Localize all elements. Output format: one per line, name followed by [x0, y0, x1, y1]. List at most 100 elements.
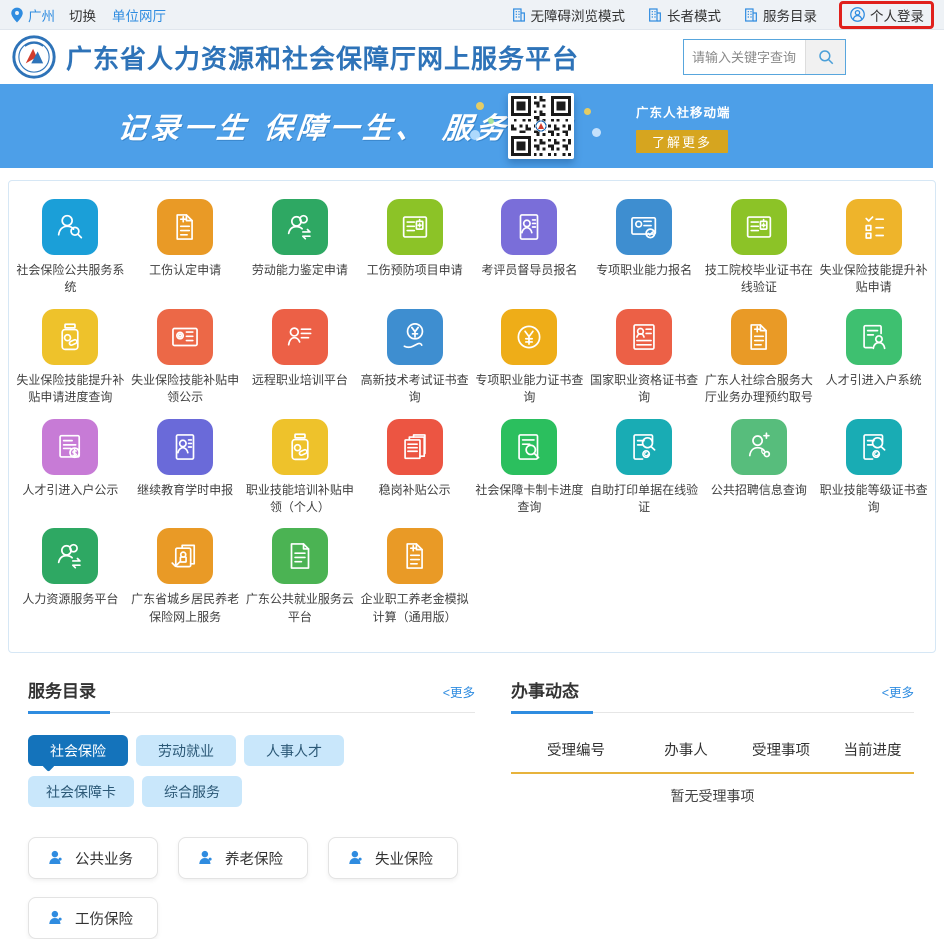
- work-status-table-header: 受理编号办事人受理事项当前进度: [511, 739, 914, 774]
- service-icon-box: [731, 309, 787, 365]
- service-icon-box: [731, 419, 787, 475]
- service-icon-box: [42, 199, 98, 255]
- service-icon-box: [42, 419, 98, 475]
- unit-hall-link[interactable]: 单位网厅: [112, 5, 166, 25]
- service-label: 广东人社综合服务大厅业务办理预约取号: [703, 372, 815, 407]
- table-column-header: 当前进度: [844, 739, 902, 760]
- accessibility-mode-link[interactable]: 无障碍浏览模式: [511, 5, 626, 25]
- person-search-icon: [53, 210, 87, 244]
- service-icon-box: [272, 199, 328, 255]
- person-doc-icon: [283, 320, 317, 354]
- service-tile[interactable]: 广东人社综合服务大厅业务办理预约取号: [702, 309, 817, 407]
- banner-decor-dot: [488, 118, 494, 124]
- directory-tab[interactable]: 人事人才: [244, 735, 344, 766]
- service-label: 社会保险公共服务系统: [14, 262, 126, 297]
- service-tile[interactable]: 广东公共就业服务云平台: [243, 528, 358, 626]
- directory-tab[interactable]: 劳动就业: [136, 735, 236, 766]
- service-label: 人力资源服务平台: [20, 591, 120, 608]
- personal-login-button[interactable]: 个人登录: [839, 1, 934, 29]
- promo-banner: 记录一生 保障一生、 服务一生 广东人社移动端 了解更多: [0, 84, 933, 168]
- service-label: 专项职业能力报名: [594, 262, 694, 279]
- services-grid: 社会保险公共服务系统 工伤认定申请 劳动能力鉴定申请 工伤预防项目申请 考评员督…: [9, 181, 935, 652]
- service-tile[interactable]: 技工院校毕业证书在线验证: [702, 199, 817, 297]
- doc-search-icon: [512, 430, 546, 464]
- service-tile[interactable]: 人才引进入户公示: [13, 419, 128, 517]
- service-tile[interactable]: 社会保险公共服务系统: [13, 199, 128, 297]
- doc-person-icon: [857, 320, 891, 354]
- service-directory-more-link[interactable]: <更多: [443, 682, 475, 701]
- service-tile[interactable]: 社会保障卡制卡进度查询: [472, 419, 587, 517]
- service-icon-box: [387, 199, 443, 255]
- table-column-header: 受理事项: [752, 739, 810, 760]
- service-icon-box: [501, 309, 557, 365]
- doc-badge-icon: [398, 210, 432, 244]
- service-icon-box: [387, 419, 443, 475]
- service-icon-box: [42, 309, 98, 365]
- service-directory-panel: 服务目录 <更多 社会保险劳动就业人事人才社会保障卡综合服务 公共业务养老保险失…: [28, 677, 475, 939]
- service-tile[interactable]: 职业技能培训补贴申领（个人）: [243, 419, 358, 517]
- service-tile[interactable]: 专项职业能力证书查询: [472, 309, 587, 407]
- service-tile[interactable]: 广东省城乡居民养老保险网上服务: [128, 528, 243, 626]
- directory-tab[interactable]: 社会保障卡: [28, 776, 134, 807]
- service-label: 自助打印单据在线验证: [588, 482, 700, 517]
- building-icon: [511, 7, 527, 23]
- directory-tab[interactable]: 综合服务: [142, 776, 242, 807]
- work-status-more-link[interactable]: <更多: [882, 682, 914, 701]
- doc-plus-icon: [168, 210, 202, 244]
- category-button[interactable]: 公共业务: [28, 837, 158, 879]
- location-selector[interactable]: 广州: [10, 5, 55, 25]
- service-icon-box: [272, 419, 328, 475]
- work-status-title: 办事动态: [511, 677, 579, 702]
- category-button[interactable]: 养老保险: [178, 837, 308, 879]
- service-tile[interactable]: 人才引进入户系统: [816, 309, 931, 407]
- category-button-label: 失业保险: [375, 848, 433, 869]
- person-card-icon: [512, 210, 546, 244]
- category-button[interactable]: 工伤保险: [28, 897, 158, 939]
- service-tile[interactable]: 远程职业培训平台: [243, 309, 358, 407]
- search-button[interactable]: [805, 40, 845, 74]
- elder-mode-link[interactable]: 长者模式: [647, 5, 721, 25]
- service-icon-box: [272, 528, 328, 584]
- service-directory-tabs: 社会保险劳动就业人事人才社会保障卡综合服务: [28, 735, 368, 807]
- service-tile[interactable]: 工伤认定申请: [128, 199, 243, 297]
- service-tile[interactable]: 失业保险技能提升补贴申请: [816, 199, 931, 297]
- docs-stack-icon: [398, 430, 432, 464]
- switch-city-link[interactable]: 切换: [69, 5, 96, 25]
- work-status-panel: 办事动态 <更多 受理编号办事人受理事项当前进度 暂无受理事项: [511, 677, 914, 939]
- services-card: 社会保险公共服务系统 工伤认定申请 劳动能力鉴定申请 工伤预防项目申请 考评员督…: [8, 180, 936, 653]
- service-tile[interactable]: 失业保险技能补贴申领公示: [128, 309, 243, 407]
- service-tile[interactable]: 高新技术考试证书查询: [357, 309, 472, 407]
- service-tile[interactable]: 人力资源服务平台: [13, 528, 128, 626]
- person-card-icon: [168, 430, 202, 464]
- service-tile[interactable]: 考评员督导员报名: [472, 199, 587, 297]
- service-tile[interactable]: 公共招聘信息查询: [702, 419, 817, 517]
- service-icon-box: [157, 528, 213, 584]
- people-arrows-icon: [283, 210, 317, 244]
- service-tile[interactable]: 劳动能力鉴定申请: [243, 199, 358, 297]
- bottom-section: 服务目录 <更多 社会保险劳动就业人事人才社会保障卡综合服务 公共业务养老保险失…: [0, 653, 944, 939]
- service-tile[interactable]: 企业职工养老金模拟计算（通用版）: [357, 528, 472, 626]
- service-tile[interactable]: 稳岗补贴公示: [357, 419, 472, 517]
- service-tile[interactable]: 国家职业资格证书查询: [587, 309, 702, 407]
- service-tile[interactable]: 继续教育学时申报: [128, 419, 243, 517]
- service-tile[interactable]: 自助打印单据在线验证: [587, 419, 702, 517]
- service-icon-box: [616, 309, 672, 365]
- service-label: 社会保障卡制卡进度查询: [473, 482, 585, 517]
- service-label: 高新技术考试证书查询: [359, 372, 471, 407]
- service-tile[interactable]: 专项职业能力报名: [587, 199, 702, 297]
- service-directory-link[interactable]: 服务目录: [743, 5, 817, 25]
- service-tile[interactable]: 失业保险技能提升补贴申请进度查询: [13, 309, 128, 407]
- search-input[interactable]: [684, 40, 805, 74]
- doc-search-at-icon: [627, 430, 661, 464]
- learn-more-button[interactable]: 了解更多: [636, 130, 728, 153]
- banner-decor-dot: [476, 102, 484, 110]
- service-icon-box: [731, 199, 787, 255]
- site-header: 广东省人力资源和社会保障厅网上服务平台: [0, 30, 944, 84]
- service-category-buttons: 公共业务养老保险 失业保险工伤保险: [28, 837, 488, 939]
- service-label: 失业保险技能补贴申领公示: [129, 372, 241, 407]
- category-button[interactable]: 失业保险: [328, 837, 458, 879]
- service-tile[interactable]: 职业技能等级证书查询: [816, 419, 931, 517]
- service-tile[interactable]: 工伤预防项目申请: [357, 199, 472, 297]
- directory-tab[interactable]: 社会保险: [28, 735, 128, 766]
- person-icon: [47, 909, 65, 927]
